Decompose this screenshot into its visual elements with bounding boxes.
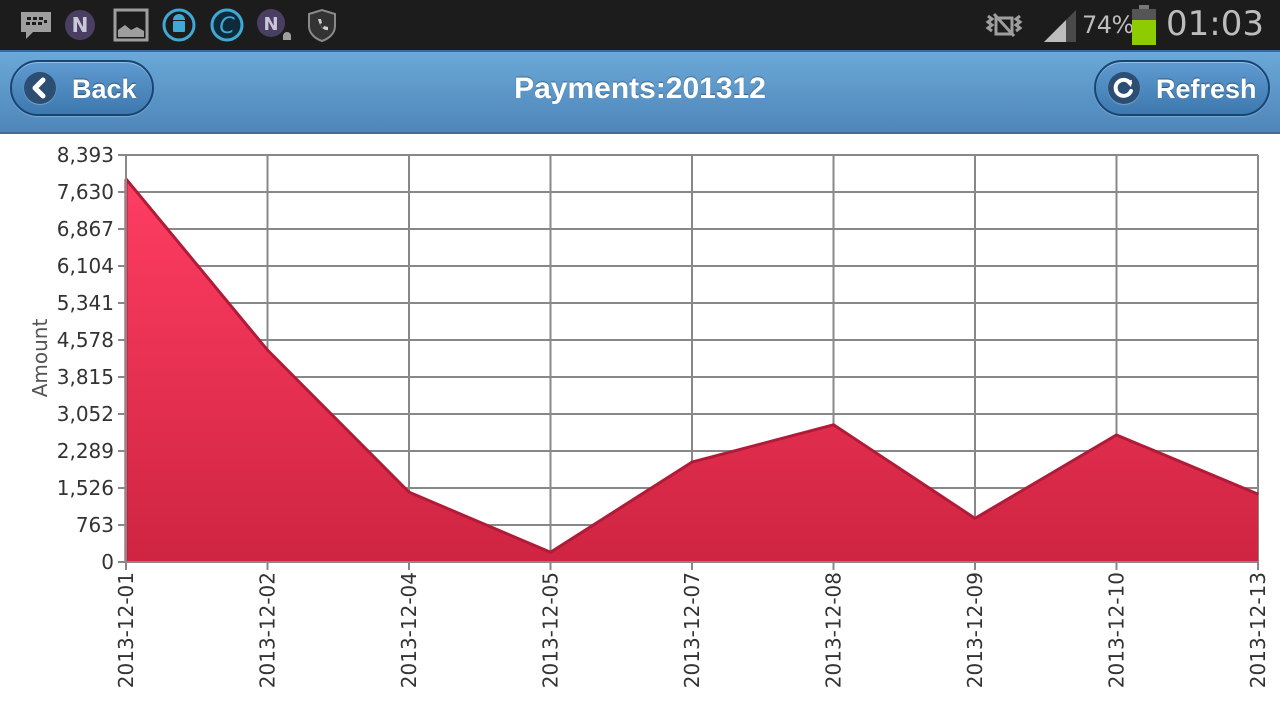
refresh-button[interactable]: Refresh: [1094, 60, 1270, 116]
notification-n-icon: N: [65, 10, 95, 40]
x-tick-label: 2013-12-08: [822, 572, 846, 688]
svg-text:N: N: [72, 13, 89, 37]
refresh-icon: [1108, 72, 1140, 104]
y-tick-label: 2,289: [57, 439, 114, 463]
svg-text:C: C: [219, 14, 235, 39]
status-bar: N C N 74% 01:03: [0, 0, 1280, 50]
y-tick-label: 8,393: [57, 143, 114, 167]
data-point: [550, 551, 551, 553]
y-tick-label: 1,526: [57, 476, 114, 500]
y-tick-label: 763: [76, 513, 114, 537]
x-tick-label: 2013-12-02: [256, 572, 280, 688]
battery-icon: [1132, 5, 1156, 45]
data-point: [267, 349, 268, 351]
x-tick-label: 2013-12-07: [680, 572, 704, 688]
y-tick-label: 5,341: [57, 291, 114, 315]
x-tick-label: 2013-12-01: [114, 572, 138, 688]
shield-phone-icon: [308, 8, 336, 43]
data-point: [833, 424, 834, 426]
x-tick-label: 2013-12-13: [1246, 572, 1270, 688]
payments-area-chart: 0 763 1,526 2,289 3,052 3,815 4,578 5,341 6,104 6…: [28, 143, 1270, 688]
refresh-label: Refresh: [1156, 74, 1257, 104]
data-point: [1257, 493, 1259, 495]
page-title: Payments:201312: [514, 72, 766, 105]
y-tick-label: 6,867: [57, 217, 114, 241]
bbm-icon: [21, 12, 51, 39]
y-tick-label: 3,815: [57, 365, 114, 389]
c-app-icon: C: [210, 8, 244, 42]
data-point: [974, 517, 976, 519]
y-tick-label: 0: [101, 550, 114, 574]
notification-n-bell-icon: N: [257, 9, 291, 40]
svg-text:N: N: [263, 14, 278, 35]
battery-percent: 74%: [1082, 11, 1134, 39]
data-point: [691, 461, 693, 463]
clock: 01:03: [1166, 4, 1264, 44]
gallery-image-icon: [113, 8, 149, 42]
y-axis-title: Amount: [28, 319, 52, 398]
x-tick-label: 2013-12-09: [963, 572, 987, 688]
x-tick-label: 2013-12-04: [397, 572, 421, 688]
vibrate-mute-icon: [985, 12, 1023, 38]
data-point: [408, 491, 410, 493]
data-point: [1116, 434, 1117, 436]
android-sync-icon: [162, 8, 196, 42]
x-tick-label: 2013-12-05: [539, 572, 563, 688]
x-tick-label: 2013-12-10: [1105, 572, 1129, 688]
y-tick-label: 7,630: [57, 180, 114, 204]
x-axis-labels: 2013-12-01 2013-12-02 2013-12-04 2013-12-05…: [114, 572, 1270, 688]
y-tick-label: 6,104: [57, 254, 114, 278]
y-tick-label: 4,578: [57, 328, 114, 352]
header-bar: Back Payments:201312 Refresh: [0, 50, 1280, 134]
y-axis-labels: 0 763 1,526 2,289 3,052 3,815 4,578 5,341 6,104 6…: [57, 143, 114, 574]
y-tick-label: 3,052: [57, 402, 114, 426]
signal-icon: [1044, 10, 1076, 42]
